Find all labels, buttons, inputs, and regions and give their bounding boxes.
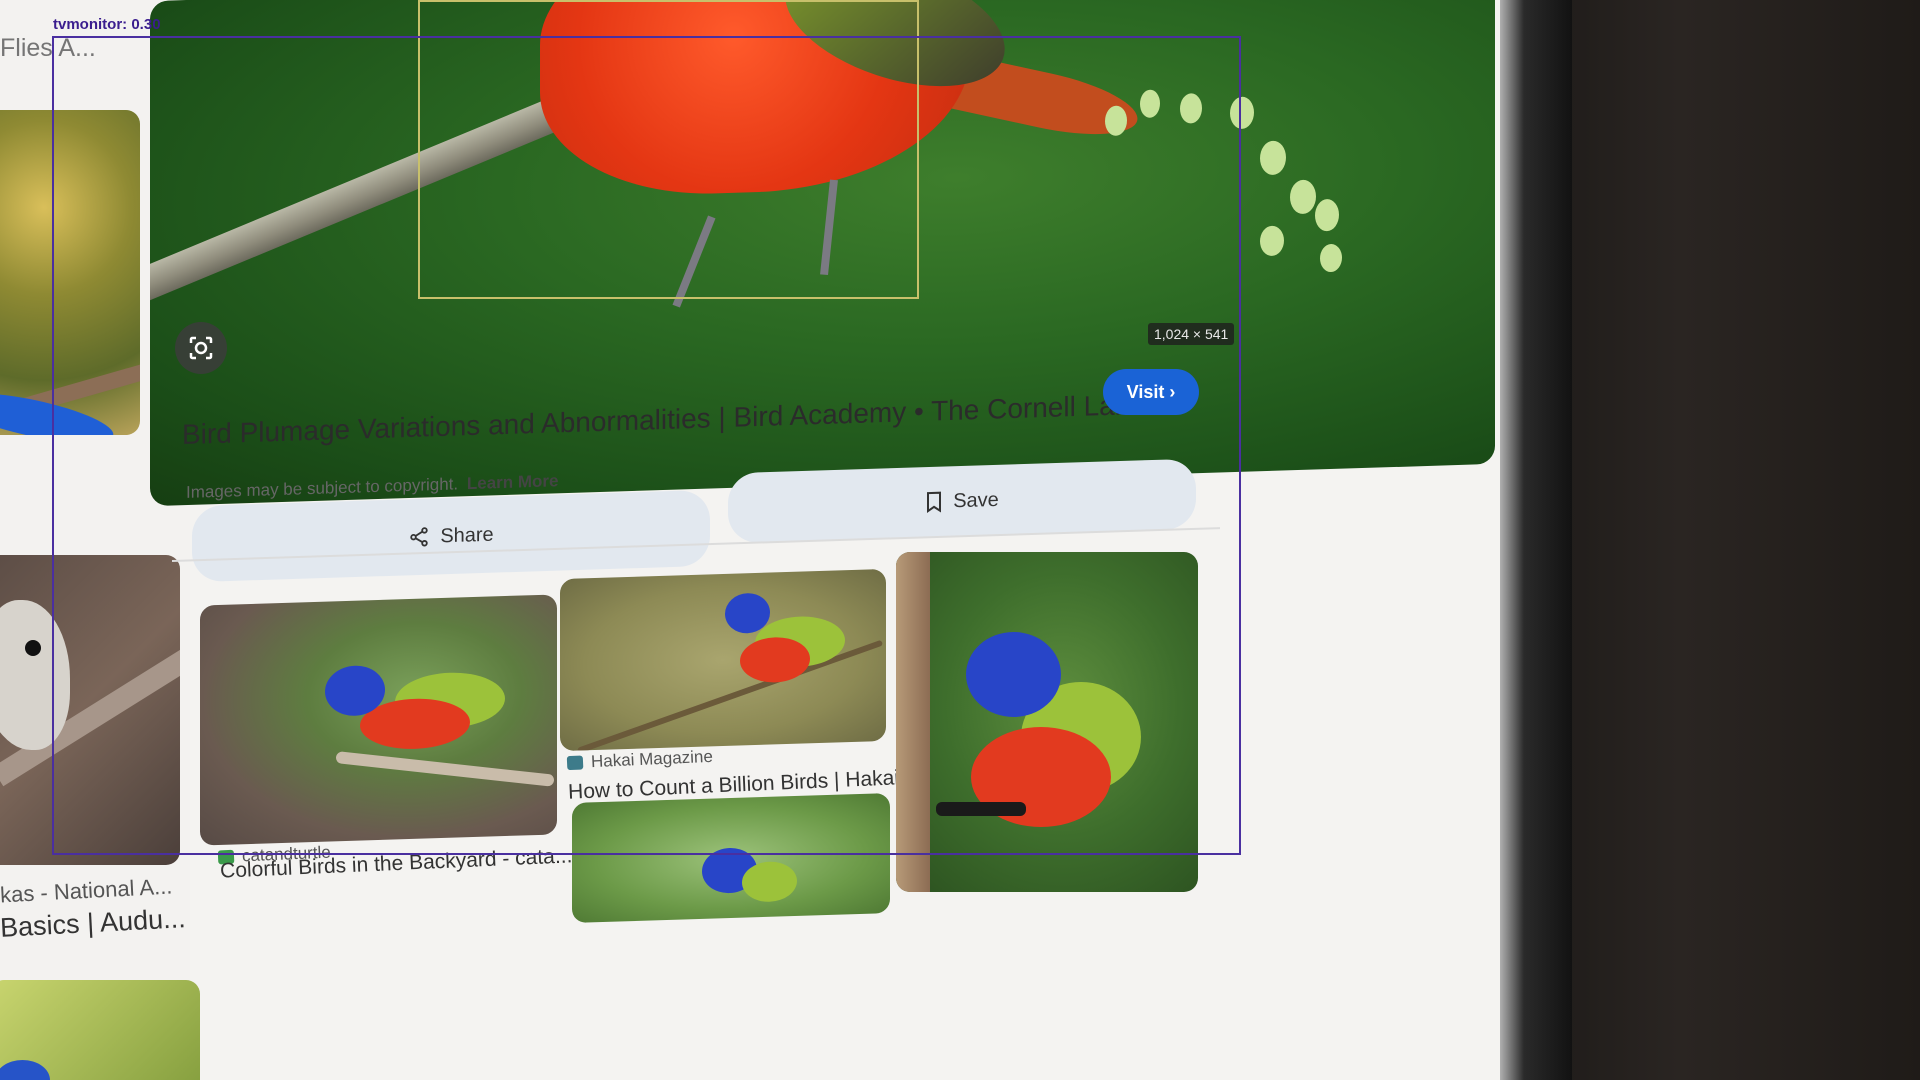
source-favicon-icon xyxy=(566,755,584,771)
detection-score: 0.30 xyxy=(131,16,161,33)
share-icon xyxy=(410,527,429,547)
save-label: Save xyxy=(953,488,999,512)
thumbnail-pole xyxy=(896,552,930,892)
thumbnail-bunting xyxy=(692,846,802,919)
left-thumbnail-bird-blue[interactable] xyxy=(0,110,140,435)
thumbnail-titmouse xyxy=(0,600,70,750)
google-lens-icon xyxy=(189,336,213,360)
detection-bounding-box xyxy=(418,0,919,299)
detection-class: tvmonitor: xyxy=(53,16,128,33)
chevron-right-icon: › xyxy=(1169,381,1176,402)
related-source-2[interactable]: Hakai Magazine xyxy=(566,746,714,773)
left-thumbnail-titmouse[interactable] xyxy=(0,555,180,865)
learn-more-link[interactable]: Learn More xyxy=(467,471,559,493)
related-source-label: Hakai Magazine xyxy=(590,746,714,772)
hero-plant-leaf xyxy=(1230,96,1254,130)
share-button[interactable]: Share xyxy=(192,489,710,583)
share-label: Share xyxy=(440,523,494,547)
left-result-source[interactable]: kas - National A... xyxy=(0,874,173,909)
hero-plant-leaf xyxy=(1140,89,1160,119)
left-thumbnail-bottom[interactable] xyxy=(0,980,200,1080)
hero-plant-leaf xyxy=(1260,140,1286,176)
hero-plant-leaf xyxy=(1180,93,1202,124)
left-result-title[interactable]: Flies A... xyxy=(0,34,96,63)
related-image-4[interactable] xyxy=(572,793,890,923)
thumbnail-bunting xyxy=(0,1060,50,1080)
monitor-screen: Flies A... kas - National A... Basics | … xyxy=(0,0,1500,1080)
related-image-1[interactable] xyxy=(200,594,557,846)
thumbnail-bunting xyxy=(715,589,875,694)
hero-plant-leaf xyxy=(1320,243,1342,273)
result-page-title[interactable]: Bird Plumage Variations and Abnormalitie… xyxy=(182,389,1130,451)
detection-label: tvmonitor: 0.30 xyxy=(53,16,161,33)
visit-button[interactable]: Visit › xyxy=(1103,369,1199,415)
hero-plant-leaf xyxy=(1315,198,1339,232)
thumbnail-bunting xyxy=(315,655,535,762)
visit-label: Visit xyxy=(1126,381,1165,402)
monitor-bezel xyxy=(1492,0,1572,1080)
background-room xyxy=(1520,0,1920,1080)
related-image-3[interactable] xyxy=(896,552,1198,892)
left-result-description[interactable]: Basics | Audu... xyxy=(0,903,186,944)
copyright-text: Images may be subject to copyright. xyxy=(186,474,459,502)
hero-plant-leaf xyxy=(1260,225,1284,257)
thumbnail-perch xyxy=(936,802,1026,816)
hero-plant-leaf xyxy=(1105,105,1127,137)
hero-plant-leaf xyxy=(1290,179,1316,215)
related-image-2[interactable] xyxy=(560,568,886,752)
bookmark-icon xyxy=(927,491,942,513)
